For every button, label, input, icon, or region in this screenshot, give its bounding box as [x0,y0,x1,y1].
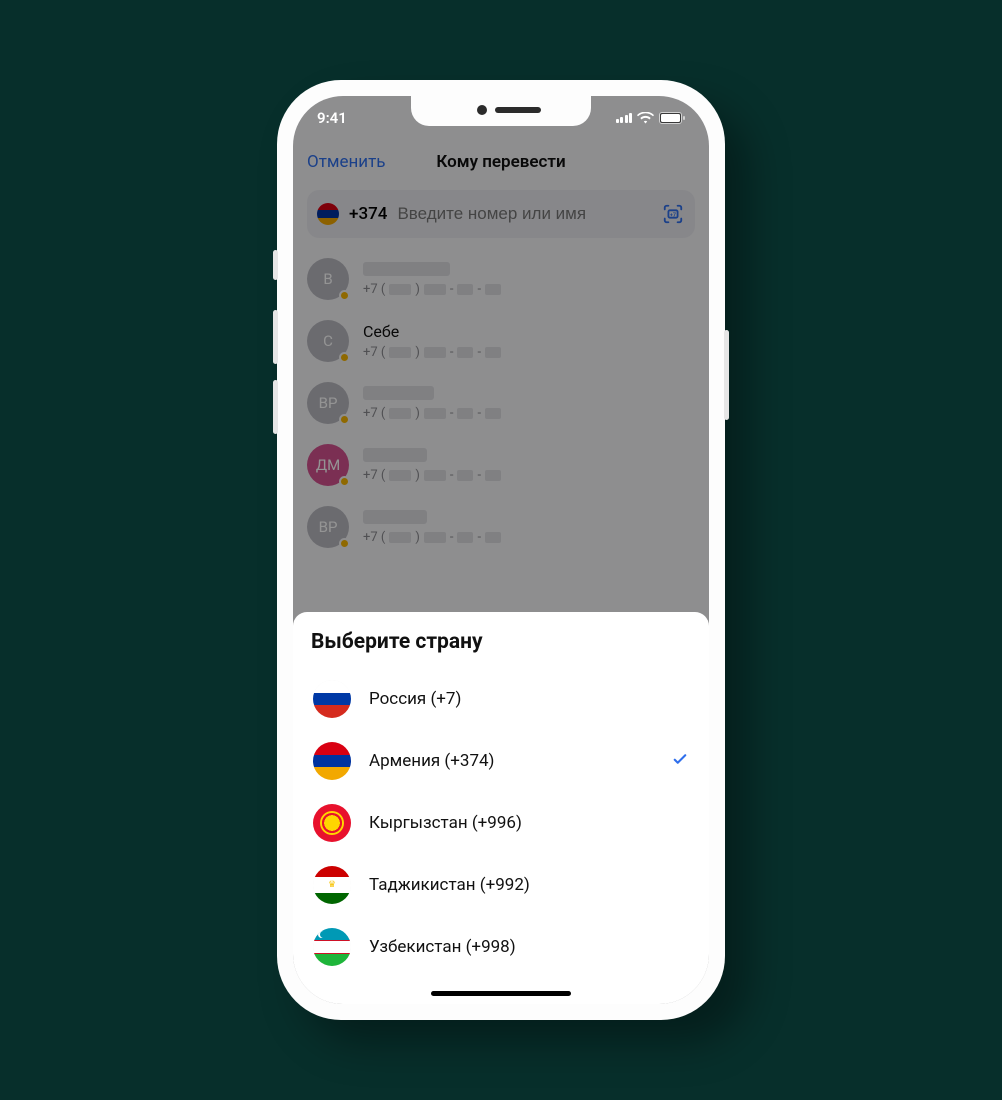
device-notch [411,96,591,126]
country-option-uz[interactable]: Узбекистан (+998) [311,916,691,978]
status-time: 9:41 [317,109,347,127]
country-label: Узбекистан (+998) [369,937,689,957]
battery-icon [659,112,685,124]
checkmark-icon [671,750,689,772]
phone-device-frame: Отменить Кому перевести +374 [277,80,725,1020]
sheet-title: Выберите страну [311,630,691,654]
device-mute-switch [273,250,278,280]
country-option-tj[interactable]: ♛ Таджикистан (+992) [311,854,691,916]
country-label: Армения (+374) [369,751,653,771]
flag-ru-icon [313,680,351,718]
device-volume-up [273,310,278,364]
country-option-am[interactable]: Армения (+374) [311,730,691,792]
device-volume-down [273,380,278,434]
flag-tj-icon: ♛ [313,866,351,904]
flag-uz-icon [313,928,351,966]
wifi-icon [637,112,654,124]
country-label: Кыргызстан (+996) [369,813,689,833]
country-picker-sheet: Выберите страну Россия (+7) Армения (+374… [293,612,709,1004]
country-label: Россия (+7) [369,689,689,709]
phone-screen: Отменить Кому перевести +374 [293,96,709,1004]
flag-am-icon [313,742,351,780]
cellular-signal-icon [616,113,633,123]
country-option-ru[interactable]: Россия (+7) [311,668,691,730]
country-label: Таджикистан (+992) [369,875,689,895]
home-indicator[interactable] [431,991,571,996]
flag-kg-icon [313,804,351,842]
device-power-button [724,330,729,420]
country-option-kg[interactable]: Кыргызстан (+996) [311,792,691,854]
